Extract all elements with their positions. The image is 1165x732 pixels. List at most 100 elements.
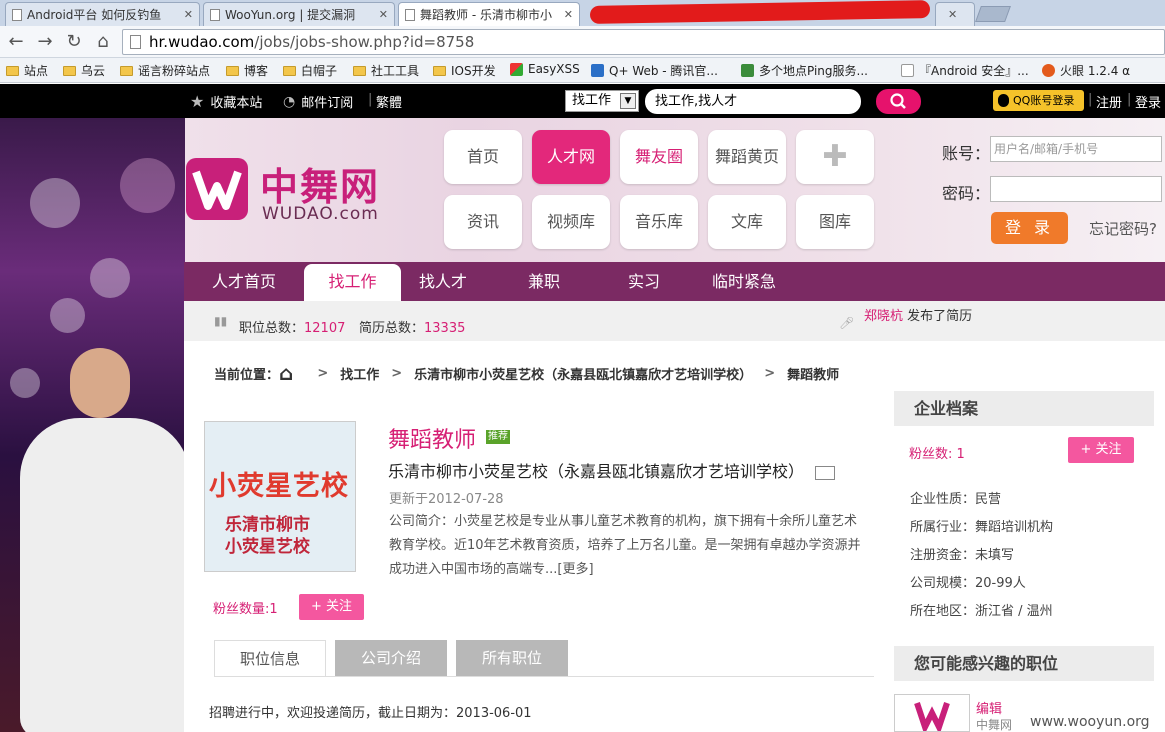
browser-tabbar: Android平台 如何反钓鱼 ✕ WooYun.org | 提交漏洞 ✕ 舞蹈… <box>0 0 1165 26</box>
bookmark-item[interactable]: Q+ Web - 腾讯官... <box>591 62 718 79</box>
home-icon[interactable]: ⌂ <box>279 361 293 385</box>
close-icon[interactable]: ✕ <box>564 8 573 21</box>
browser-tab-4[interactable]: ✕ <box>935 2 975 26</box>
breadcrumb-label: 当前位置： <box>214 367 280 383</box>
nav-more-button[interactable]: ✚ <box>796 130 874 184</box>
dancer-figure <box>20 348 185 732</box>
search-type-select[interactable]: 找工作 ▼ <box>565 90 639 112</box>
close-icon[interactable]: ✕ <box>948 8 957 21</box>
company-name-link[interactable]: 乐清市柳市小荧星艺校（永嘉县瓯北镇嘉欣才艺培训学校） <box>388 458 836 482</box>
fireeye-icon <box>1042 64 1055 77</box>
browser-toolbar: ← → ↻ ⌂ hr.wudao.com/jobs/jobs-show.php?… <box>0 26 1165 58</box>
login-link[interactable]: 登录 <box>1135 92 1161 111</box>
page-icon <box>210 8 220 21</box>
tab-find-talent[interactable]: 找人才 <box>401 262 485 301</box>
url-path: /jobs/jobs-show.php?id=8758 <box>254 33 475 51</box>
nav-library[interactable]: 文库 <box>708 195 786 249</box>
tab-talent-home[interactable]: 人才首页 <box>184 262 304 301</box>
follow-button[interactable]: + 关注 <box>299 594 364 620</box>
breadcrumb-separator: > <box>764 365 776 381</box>
tab-find-job[interactable]: 找工作 <box>304 264 401 301</box>
folder-icon <box>120 65 133 76</box>
bookmark-item[interactable]: 博客 <box>226 62 268 79</box>
promo-photo <box>0 118 185 732</box>
close-icon[interactable]: ✕ <box>379 8 388 21</box>
search-input[interactable]: 找工作,找人才 <box>645 89 861 114</box>
qq-login-button[interactable]: QQ账号登录 <box>993 90 1084 111</box>
search-button[interactable] <box>876 89 921 114</box>
tab-urgent[interactable]: 临时紧急 <box>694 262 794 301</box>
traditional-link[interactable]: 繁體 <box>376 92 402 111</box>
close-icon[interactable]: ✕ <box>184 8 193 21</box>
forgot-password-link[interactable]: 忘记密码? <box>1089 218 1157 239</box>
bookmark-item[interactable]: 火眼 1.2.4 α <box>1042 62 1130 79</box>
interest-title: 您可能感兴趣的职位 <box>894 646 1154 681</box>
nav-video[interactable]: 视频库 <box>532 195 610 249</box>
nav-gallery[interactable]: 图库 <box>796 195 874 249</box>
back-icon[interactable]: ← <box>5 31 27 53</box>
bookmark-label: 火眼 1.2.4 α <box>1060 64 1131 78</box>
folder-icon <box>283 65 296 76</box>
breadcrumb-find-job[interactable]: 找工作 <box>340 364 379 383</box>
breadcrumb-separator: > <box>391 365 403 381</box>
tab-internship[interactable]: 实习 <box>594 262 694 301</box>
interest-job-logo[interactable] <box>894 694 970 732</box>
bookmark-item[interactable]: 『Android 安全』... <box>901 62 1029 79</box>
dancer-head <box>70 348 130 418</box>
folder-icon <box>63 65 76 76</box>
subscribe-label: 邮件订阅 <box>301 96 354 111</box>
company-profile-title: 企业档案 <box>894 391 1154 426</box>
login-button[interactable]: 登 录 <box>991 212 1068 244</box>
news-user-link[interactable]: 郑晓杭 <box>864 309 903 324</box>
easyxss-icon <box>510 62 523 76</box>
home-icon[interactable]: ⌂ <box>92 31 114 53</box>
qq-icon <box>998 94 1009 107</box>
bookmarks-bar: 站点 乌云 谣言粉碎站点 博客 白帽子 社工工具 IOS开发 EasyXSS Q… <box>0 58 1165 83</box>
new-tab-button[interactable] <box>975 6 1011 22</box>
bookmark-item[interactable]: 乌云 <box>63 62 105 79</box>
favorite-link[interactable]: ★ 收藏本站 <box>190 92 262 111</box>
tab-all-jobs[interactable]: 所有职位 <box>456 640 568 676</box>
bookmark-label: 博客 <box>244 64 269 78</box>
bookmark-item[interactable]: EasyXSS <box>510 62 580 76</box>
interest-job-link[interactable]: 编辑 <box>976 698 1002 717</box>
address-bar[interactable]: hr.wudao.com/jobs/jobs-show.php?id=8758 <box>122 29 1165 55</box>
sidebar-follow-button[interactable]: + 关注 <box>1068 437 1134 463</box>
tab-job-info[interactable]: 职位信息 <box>214 640 326 676</box>
talent-nav: 人才首页 找工作 找人才 兼职 实习 临时紧急 <box>184 262 1165 301</box>
bookmark-item[interactable]: 谣言粉碎站点 <box>120 62 210 79</box>
account-input[interactable]: 用户名/邮箱/手机号 <box>990 136 1162 162</box>
info-capital: 注册资金：未填写 <box>910 548 1015 563</box>
bookmark-item[interactable]: 站点 <box>6 62 48 79</box>
card-icon[interactable] <box>815 465 836 480</box>
browser-tab-1[interactable]: Android平台 如何反钓鱼 ✕ <box>5 2 200 26</box>
forward-icon[interactable]: → <box>34 31 56 53</box>
reload-icon[interactable]: ↻ <box>63 31 85 53</box>
nav-yellowpages[interactable]: 舞蹈黄页 <box>708 130 786 184</box>
tab-parttime[interactable]: 兼职 <box>494 262 594 301</box>
favorite-label: 收藏本站 <box>210 96 263 111</box>
bookmark-label: 站点 <box>24 64 49 78</box>
bookmark-item[interactable]: 白帽子 <box>283 62 337 79</box>
tab-divider <box>214 676 874 677</box>
password-input[interactable] <box>990 176 1162 202</box>
bookmark-item[interactable]: 社工工具 <box>353 62 419 79</box>
tab-company-intro[interactable]: 公司介绍 <box>335 640 447 676</box>
subscribe-link[interactable]: ◔ 邮件订阅 <box>283 92 354 112</box>
company-logo-line-3: 小荧星艺校 <box>225 537 310 557</box>
nav-music[interactable]: 音乐库 <box>620 195 698 249</box>
nav-home[interactable]: 首页 <box>444 130 522 184</box>
register-link[interactable]: 注册 <box>1096 92 1122 111</box>
nav-news[interactable]: 资讯 <box>444 195 522 249</box>
browser-tab-3[interactable]: 舞蹈教师 - 乐清市柳市小 ✕ <box>398 2 580 26</box>
bookmark-item[interactable]: IOS开发 <box>433 62 496 79</box>
company-logo[interactable]: 小荧星艺校 乐清市柳市 小荧星艺校 <box>204 421 356 572</box>
nav-talent[interactable]: 人才网 <box>532 130 610 184</box>
microphone-icon: 🎤︎ <box>839 316 855 330</box>
nav-dancefriends[interactable]: 舞友圈 <box>620 130 698 184</box>
search-type-value: 找工作 <box>572 93 612 108</box>
password-label: 密码： <box>942 184 991 203</box>
browser-tab-2[interactable]: WooYun.org | 提交漏洞 ✕ <box>203 2 395 26</box>
bookmark-item[interactable]: 多个地点Ping服务... <box>741 62 868 79</box>
breadcrumb-company[interactable]: 乐清市柳市小荧星艺校（永嘉县瓯北镇嘉欣才艺培训学校） <box>414 364 752 383</box>
